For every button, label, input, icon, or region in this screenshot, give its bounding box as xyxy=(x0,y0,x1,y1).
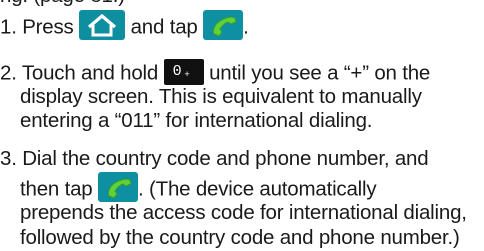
step-3-line-4: followed by the country code and phone n… xyxy=(20,226,460,249)
step-1-text-press: Press xyxy=(22,15,74,39)
zero-key-plus: + xyxy=(184,70,190,80)
step-1-number: 1. xyxy=(0,15,17,39)
top-fragment: ng. (page 81.) xyxy=(0,0,125,8)
home-icon xyxy=(79,10,126,40)
phone-icon xyxy=(98,172,138,202)
instruction-page: ng. (page 81.) 1. Press and tap . 2. Tou… xyxy=(0,0,484,251)
phone-icon xyxy=(203,10,244,40)
zero-key-icon: 0 + xyxy=(163,59,204,85)
step-3-text-then-tap: then tap xyxy=(20,177,93,201)
step-1: 1. Press and tap . xyxy=(0,10,249,43)
step-1-text-and-tap: and tap xyxy=(130,15,198,39)
step-2-text-touch: Touch and hold xyxy=(21,61,159,85)
step-2-text-until: until you see a “+” on the xyxy=(209,61,431,85)
step-2-line-3: entering a “011” for international diali… xyxy=(20,109,373,132)
zero-key-digit: 0 xyxy=(172,63,182,80)
step-3-text-dial: Dial the country code and phone number, … xyxy=(22,147,429,170)
step-2-line-1: 2. Touch and hold 0 + until you see a “+”… xyxy=(0,59,431,87)
step-3-line-1: 3. Dial the country code and phone numbe… xyxy=(0,147,429,171)
step-1-period: . xyxy=(243,15,249,39)
step-3-number: 3. xyxy=(0,147,17,170)
step-2-line-2: display screen. This is equivalent to ma… xyxy=(20,85,422,108)
step-3-line-3: prepends the access code for internation… xyxy=(20,201,467,224)
step-3-text-device: . (The device automatically xyxy=(138,177,377,201)
step-2-number: 2. xyxy=(0,61,17,85)
